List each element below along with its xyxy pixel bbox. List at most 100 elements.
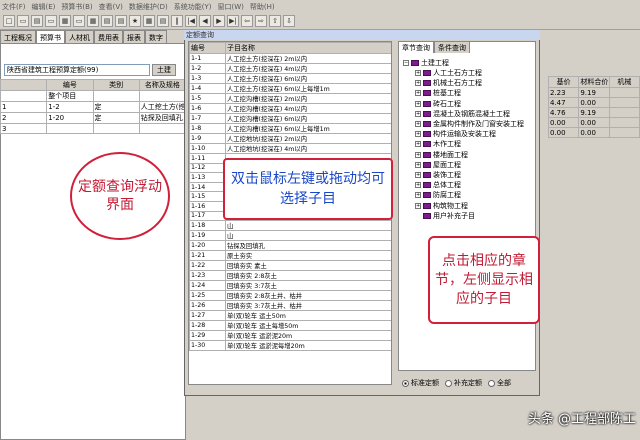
tree-item[interactable]: + 混凝土及钢筋混凝土工程: [415, 109, 510, 119]
toolbar-icon-7[interactable]: ▤: [101, 15, 113, 27]
toolbar-icon-10[interactable]: ▦: [143, 15, 155, 27]
radio-option-0[interactable]: 标准定额: [402, 378, 439, 388]
list-item[interactable]: 1-8 人工挖沟槽(挖深在) 6m以上每增1m: [189, 123, 391, 134]
menu-item-5[interactable]: 系统功能(Y): [174, 2, 212, 12]
list-item[interactable]: 1-4 人工挖土方(挖深在) 6m以上每增1m: [189, 83, 391, 94]
list-item[interactable]: 1-24 回填夯实 3:7灰土: [189, 280, 391, 292]
toolbar-icon-11[interactable]: ▤: [157, 15, 169, 27]
list-item[interactable]: 1-21 原土夯实: [189, 250, 391, 262]
toolbar-icon-20[interactable]: ⇩: [283, 15, 295, 27]
plus-icon[interactable]: +: [415, 161, 421, 168]
list-item[interactable]: 1-19 山: [189, 230, 391, 242]
tree-item[interactable]: + 砖石工程: [415, 99, 461, 109]
list-item[interactable]: 1-10 人工挖地坑(挖深在) 4m以内: [189, 143, 391, 154]
radio-dot[interactable]: [402, 379, 409, 387]
plus-icon[interactable]: +: [415, 100, 421, 107]
list-item[interactable]: 1-18 山: [189, 220, 391, 232]
tree-item[interactable]: + 防腐工程: [415, 190, 461, 200]
plus-icon[interactable]: +: [415, 90, 421, 97]
list-item[interactable]: 1-2 人工挖土方(挖深在) 4m以内: [189, 63, 391, 74]
radio-option-1[interactable]: 补充定额: [445, 378, 482, 388]
tree-item[interactable]: + 人工土石方工程: [415, 68, 482, 78]
plus-icon[interactable]: +: [415, 172, 421, 178]
list-item[interactable]: 1-28 单(双)轮车 运土每增50m: [189, 320, 391, 332]
plus-icon[interactable]: +: [415, 131, 421, 138]
table-row[interactable]: 2 1-20 定钻探及回填孔: [0, 112, 187, 124]
toolbar-icon-9[interactable]: ★: [129, 15, 141, 27]
list-item[interactable]: 1-23 回填夯实 2:8灰土: [189, 270, 391, 282]
tab-1[interactable]: 预算书: [36, 30, 65, 43]
toolbar-icon-0[interactable]: □: [3, 15, 15, 27]
tree-item[interactable]: + 金属构件制作及门窗安装工程: [415, 119, 524, 129]
plus-icon[interactable]: +: [415, 121, 421, 127]
tab-0[interactable]: 工程概况: [0, 30, 36, 43]
toolbar-icon-8[interactable]: ▤: [115, 15, 127, 27]
tab-2[interactable]: 人材机: [65, 30, 94, 43]
tree-item[interactable]: + 楼地面工程: [415, 150, 468, 160]
tree-item[interactable]: + 构筑物工程: [415, 201, 468, 211]
toolbar-icon-19[interactable]: ⇧: [269, 15, 281, 27]
plus-icon[interactable]: +: [415, 192, 421, 199]
minus-icon[interactable]: −: [403, 60, 409, 66]
toolbar-icon-6[interactable]: ▦: [87, 15, 99, 27]
tree-item[interactable]: + 总体工程: [415, 180, 461, 190]
tab-3[interactable]: 费用表: [94, 30, 123, 43]
tree-item[interactable]: + 机械土石方工程: [415, 78, 482, 88]
toolbar-icon-17[interactable]: ⇦: [241, 15, 253, 27]
toolbar-icon-4[interactable]: ▦: [59, 15, 71, 27]
menu-item-0[interactable]: 文件(F): [2, 2, 26, 12]
list-item[interactable]: 1-27 单(双)轮车 运土50m: [189, 310, 391, 322]
tree-tab-1[interactable]: 条件查询: [434, 41, 470, 53]
plus-icon[interactable]: +: [415, 141, 421, 148]
toolbar-icon-1[interactable]: ▭: [17, 15, 29, 27]
radio-dot[interactable]: [445, 379, 452, 387]
toolbar-icon-14[interactable]: ◀: [199, 15, 211, 27]
toolbar-icon-15[interactable]: ▶: [213, 15, 225, 27]
menu-item-2[interactable]: 预算书(B): [61, 2, 92, 12]
menu-item-4[interactable]: 数据维护(D): [129, 2, 168, 12]
list-item[interactable]: 1-5 人工挖沟槽(挖深在) 2m以内: [189, 93, 391, 104]
plus-icon[interactable]: +: [415, 70, 421, 76]
tree-item[interactable]: + 装饰工程: [415, 170, 461, 180]
table-row[interactable]: 11-2定人工挖土方(挖深在) 4m以内: [0, 101, 187, 113]
list-item[interactable]: 1-26 回填夯实 3:7灰土井、枯井: [189, 300, 391, 312]
radio-option-2[interactable]: 全部: [488, 378, 511, 388]
list-item[interactable]: 1-7 人工挖沟槽(挖深在) 6m以内: [189, 113, 391, 124]
quota-select[interactable]: 陕西省建筑工程预算定额(99): [4, 64, 150, 76]
list-item[interactable]: 1-22 回填夯实 素土: [189, 260, 391, 272]
list-item[interactable]: 1-9 人工挖地坑(挖深在) 2m以内: [189, 133, 391, 144]
list-item[interactable]: 1-30 单(双)轮车 运淤泥每增20m: [189, 340, 391, 352]
tree-item[interactable]: + 桩基工程: [415, 88, 461, 98]
menu-item-6[interactable]: 窗口(W): [218, 2, 244, 12]
tree-root[interactable]: − 土建工程: [403, 58, 449, 68]
menu-item-7[interactable]: 帮助(H): [250, 2, 275, 12]
tree-tab-0[interactable]: 章节查询: [398, 41, 434, 53]
dialog-title[interactable]: 定额查询: [184, 30, 540, 40]
tab-5[interactable]: 数字: [145, 30, 167, 43]
table-row[interactable]: 3: [0, 123, 187, 134]
plus-icon[interactable]: +: [415, 182, 421, 189]
toolbar-icon-2[interactable]: ▤: [31, 15, 43, 27]
toolbar-icon-16[interactable]: ▶|: [227, 15, 239, 27]
menu-item-1[interactable]: 编辑(E): [32, 2, 56, 12]
list-item[interactable]: 1-3 人工挖土方(挖深在) 6m以内: [189, 73, 391, 84]
tree-item[interactable]: + 木作工程: [415, 139, 461, 149]
toolbar-icon-5[interactable]: ▭: [73, 15, 85, 27]
list-item[interactable]: 1-6 人工挖沟槽(挖深在) 4m以内: [189, 103, 391, 114]
list-item[interactable]: 1-20 钻探及回填孔: [189, 240, 391, 252]
toolbar-icon-13[interactable]: |◀: [185, 15, 197, 27]
tujian-button[interactable]: 土建: [152, 64, 176, 76]
plus-icon[interactable]: +: [415, 202, 421, 209]
toolbar-icon-18[interactable]: ⇨: [255, 15, 267, 27]
tree-item[interactable]: + 屋面工程: [415, 160, 461, 170]
plus-icon[interactable]: +: [415, 110, 421, 117]
plus-icon[interactable]: +: [415, 151, 421, 158]
tree-item[interactable]: + 构件运输及安装工程: [415, 129, 496, 139]
list-item[interactable]: 1-29 单(双)轮车 运淤泥20m: [189, 330, 391, 342]
radio-dot[interactable]: [488, 379, 495, 387]
list-item[interactable]: 1-1 人工挖土方(挖深在) 2m以内: [189, 53, 391, 64]
table-row[interactable]: 整个项目: [0, 90, 187, 102]
tree-item[interactable]: 用户补充子目: [415, 211, 475, 221]
tab-4[interactable]: 报表: [123, 30, 145, 43]
toolbar-icon-12[interactable]: ‖: [171, 15, 183, 27]
